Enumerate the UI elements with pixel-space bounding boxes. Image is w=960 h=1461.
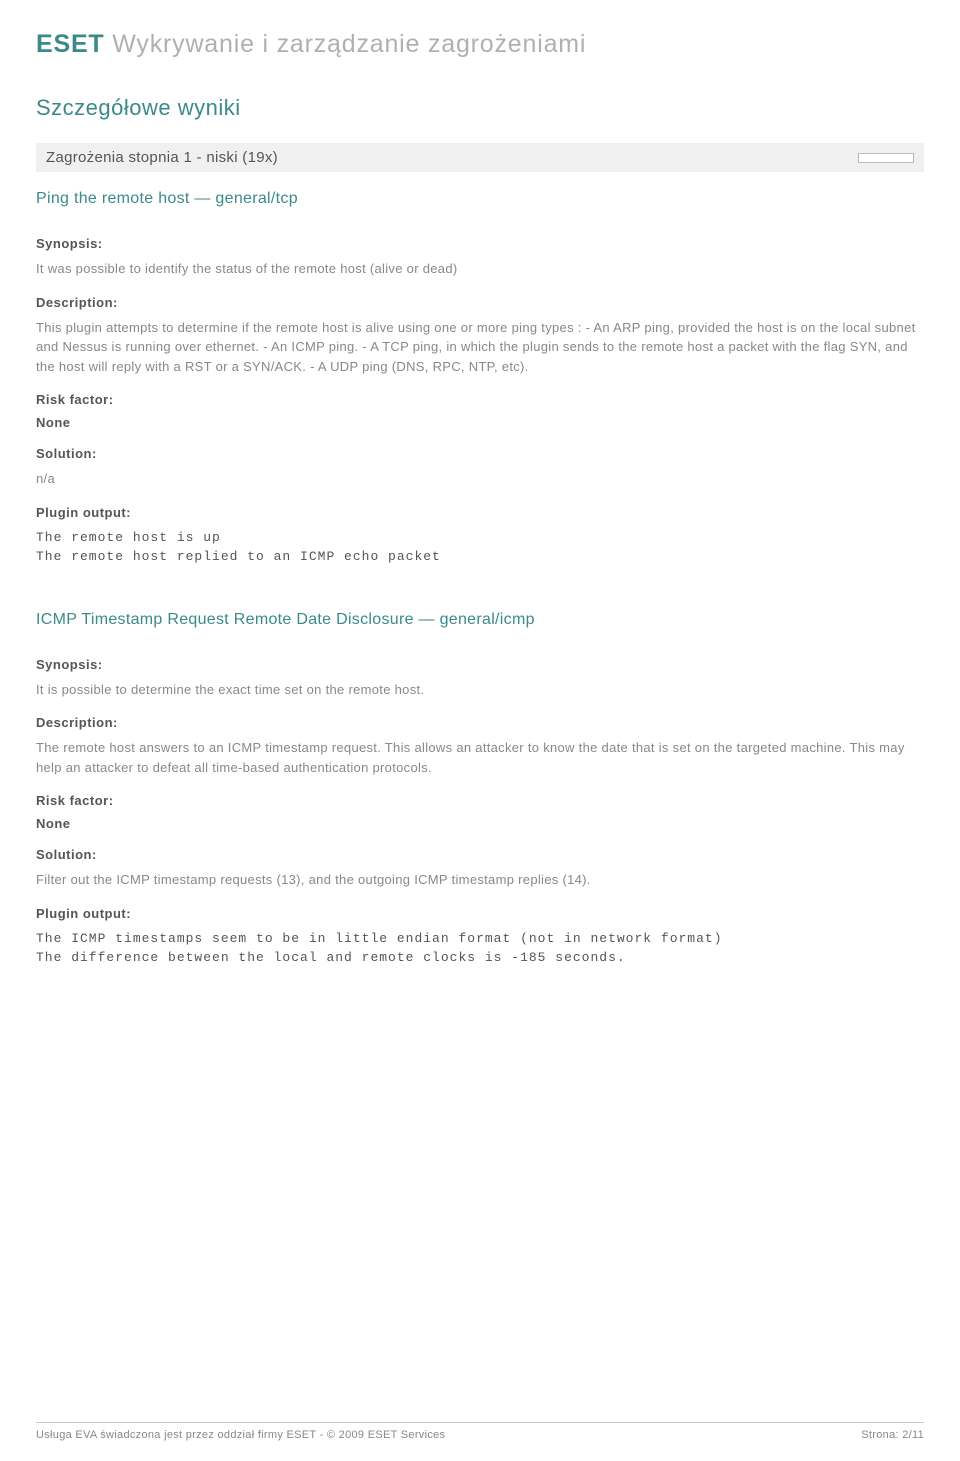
plugin2-solution: Filter out the ICMP timestamp requests (… xyxy=(36,870,924,890)
footer-right: Strona: 2/11 xyxy=(861,1429,924,1441)
plugin2-risk-label: Risk factor: xyxy=(36,793,924,808)
plugin2-description: The remote host answers to an ICMP times… xyxy=(36,738,924,777)
plugin2-risk-value: None xyxy=(36,816,924,831)
threat-gauge xyxy=(858,153,914,163)
doc-header: ESET Wykrywanie i zarządzanie zagrożenia… xyxy=(36,30,924,59)
threat-heading-bar: Zagrożenia stopnia 1 - niski (19x) xyxy=(36,143,924,172)
section-title: Szczegółowe wyniki xyxy=(36,95,924,121)
plugin2-output-label: Plugin output: xyxy=(36,906,924,921)
brand: ESET xyxy=(36,30,105,58)
plugin1-output-label: Plugin output: xyxy=(36,505,924,520)
footer: Usługa EVA świadczona jest przez oddział… xyxy=(36,1422,924,1441)
plugin2-synopsis: It is possible to determine the exact ti… xyxy=(36,680,924,700)
plugin1-solution: n/a xyxy=(36,469,924,489)
plugin1-risk-value: None xyxy=(36,415,924,430)
plugin1-description: This plugin attempts to determine if the… xyxy=(36,318,924,377)
plugin2-output-line2: The difference between the local and rem… xyxy=(36,948,924,968)
plugin1-solution-label: Solution: xyxy=(36,446,924,461)
plugin2-description-label: Description: xyxy=(36,715,924,730)
plugin1-synopsis: It was possible to identify the status o… xyxy=(36,259,924,279)
plugin2-output-line1: The ICMP timestamps seem to be in little… xyxy=(36,929,924,949)
threat-label: Zagrożenia stopnia 1 - niski (19x) xyxy=(46,149,278,166)
doc-title: Wykrywanie i zarządzanie zagrożeniami xyxy=(112,30,586,58)
plugin1-output-line2: The remote host replied to an ICMP echo … xyxy=(36,547,924,567)
footer-left: Usługa EVA świadczona jest przez oddział… xyxy=(36,1429,445,1441)
plugin1-title: Ping the remote host — general/tcp xyxy=(36,190,924,208)
plugin1-output-line1: The remote host is up xyxy=(36,528,924,548)
plugin2-title: ICMP Timestamp Request Remote Date Discl… xyxy=(36,611,924,629)
plugin2-solution-label: Solution: xyxy=(36,847,924,862)
plugin1-synopsis-label: Synopsis: xyxy=(36,236,924,251)
plugin2-synopsis-label: Synopsis: xyxy=(36,657,924,672)
plugin1-description-label: Description: xyxy=(36,295,924,310)
plugin1-risk-label: Risk factor: xyxy=(36,392,924,407)
